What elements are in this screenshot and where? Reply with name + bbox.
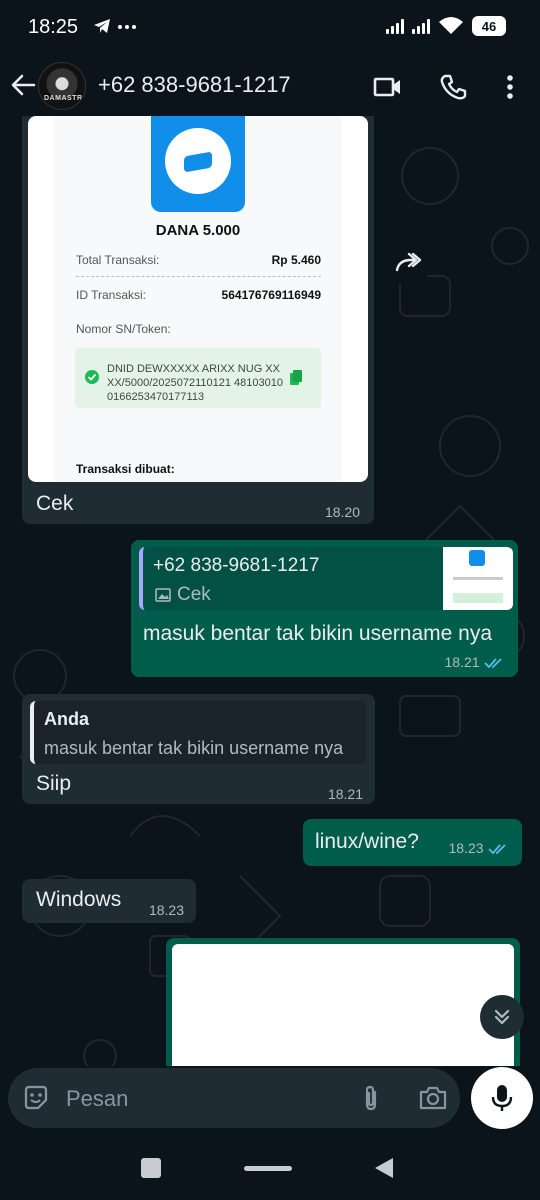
battery-icon: 46 [472, 16, 506, 36]
message-time: 18.21 [327, 786, 363, 802]
message-composer[interactable]: Pesan [8, 1068, 460, 1128]
telegram-icon [94, 19, 136, 33]
message-input[interactable]: Pesan [66, 1086, 128, 1112]
message-time: 18.21 [444, 654, 480, 670]
receipt-created-label: Transaksi dibuat: [76, 462, 175, 476]
receipt-total-value: Rp 5.460 [271, 253, 321, 267]
message-time: 18.23 [148, 902, 184, 918]
quoted-message[interactable]: +62 838-9681-1217 Cek [139, 547, 513, 610]
message-text: Windows [36, 888, 122, 911]
read-ticks-icon [488, 844, 506, 855]
message-incoming[interactable]: Windows 18.23 [22, 879, 196, 923]
quoted-sender: +62 838-9681-1217 [153, 555, 320, 576]
home-button[interactable] [244, 1166, 292, 1171]
signal-icon-2 [412, 18, 430, 34]
voice-message-button[interactable] [471, 1067, 533, 1129]
message-incoming-image[interactable]: DANA 5.000 Total Transaksi: Rp 5.460 ID … [22, 116, 374, 524]
image-icon [155, 588, 171, 602]
shared-image[interactable] [172, 944, 514, 1066]
message-time: 18.20 [324, 504, 360, 520]
back-arrow-icon[interactable] [8, 70, 38, 100]
message-text: Siip [36, 772, 72, 795]
receipt-sn-text: DNID DEWXXXXX ARIXX NUG XXXX/5000/202507… [107, 363, 283, 403]
signal-icon [386, 18, 404, 34]
receipt-product: DANA 5.000 [155, 222, 241, 239]
message-outgoing-reply[interactable]: +62 838-9681-1217 Cek masuk bentar tak b… [131, 540, 518, 677]
message-outgoing[interactable]: linux/wine? 18.23 [303, 819, 522, 866]
quoted-sender: Anda [44, 709, 89, 729]
avatar[interactable]: DAMASTR [38, 62, 86, 110]
message-incoming-reply[interactable]: Anda masuk bentar tak bikin username nya… [22, 694, 375, 804]
chat-area[interactable]: DANA 5.000 Total Transaksi: Rp 5.460 ID … [0, 116, 540, 1066]
dana-logo-icon [151, 116, 245, 212]
status-time: 18:25 [28, 16, 79, 38]
scroll-to-bottom-button[interactable] [480, 995, 524, 1039]
voice-call-icon[interactable] [436, 70, 470, 104]
video-call-icon[interactable] [370, 70, 404, 104]
chat-header: DAMASTR +62 838-9681-1217 [0, 56, 540, 116]
forward-icon[interactable] [387, 242, 431, 286]
message-text: linux/wine? [315, 830, 419, 853]
receipt-id-label: ID Transaksi: [76, 288, 147, 302]
quoted-text: Cek [177, 584, 211, 605]
receipt-sn-box: DNID DEWXXXXX ARIXX NUG XXXX/5000/202507… [75, 348, 321, 408]
message-time: 18.23 [448, 840, 484, 856]
quoted-message[interactable]: Anda masuk bentar tak bikin username nya [30, 701, 366, 764]
quoted-text: masuk bentar tak bikin username nya [44, 738, 344, 758]
receipt-divider [76, 276, 321, 277]
read-ticks-icon [484, 658, 502, 669]
avatar-text: DAMASTR [44, 95, 83, 102]
status-left-icons [92, 16, 146, 41]
message-meta: 18.23 [449, 840, 509, 858]
attach-icon[interactable] [360, 1084, 382, 1112]
more-vert-icon[interactable] [493, 70, 527, 104]
wifi-icon [439, 17, 463, 34]
receipt-total-label: Total Transaksi: [76, 253, 160, 267]
check-circle-icon [85, 370, 99, 384]
receipt-id-value: 564176769116949 [221, 288, 321, 302]
message-meta: 18.21 [445, 654, 505, 672]
sticker-icon[interactable] [22, 1084, 50, 1112]
status-right-icons: 46 [386, 16, 506, 36]
message-outgoing-image[interactable] [166, 938, 520, 1066]
contact-name[interactable]: +62 838-9681-1217 [98, 72, 291, 98]
system-nav-bar [0, 1136, 540, 1200]
recents-button[interactable] [141, 1158, 161, 1178]
message-text: masuk bentar tak bikin username nya [143, 622, 493, 645]
status-bar: 18:25 46 [0, 0, 540, 56]
back-nav-icon[interactable] [373, 1156, 395, 1180]
double-chevron-down-icon [494, 1009, 510, 1025]
shared-image[interactable]: DANA 5.000 Total Transaksi: Rp 5.460 ID … [28, 116, 368, 482]
copy-icon [290, 370, 302, 385]
message-text: Cek [36, 492, 74, 515]
receipt-sn-label: Nomor SN/Token: [76, 322, 171, 336]
mic-icon [491, 1085, 513, 1111]
quoted-thumbnail [443, 547, 513, 610]
camera-icon[interactable] [418, 1084, 448, 1112]
